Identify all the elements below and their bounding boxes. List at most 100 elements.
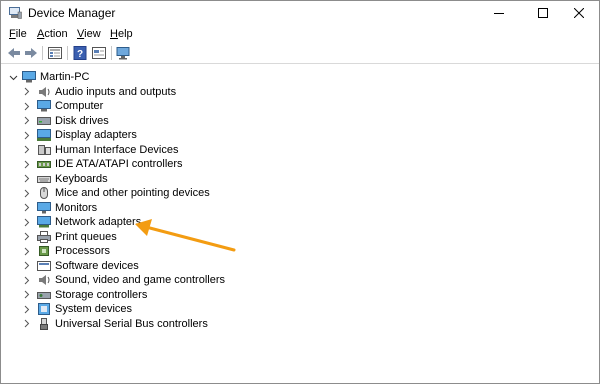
chevron-right-icon <box>24 319 30 328</box>
menu-action-rest: ction <box>44 28 68 40</box>
network-adapter-icon <box>37 216 51 228</box>
tree-category-label: Computer <box>55 100 104 112</box>
menu-file-rest: ile <box>15 28 27 40</box>
tree-category-row[interactable]: Audio inputs and outputs <box>22 85 176 99</box>
tree-category-row[interactable]: Display adapters <box>22 128 137 142</box>
software-device-icon <box>37 260 51 271</box>
minimize-button[interactable] <box>479 1 519 25</box>
tree-category-label: Software devices <box>55 259 139 272</box>
system-device-icon <box>38 303 50 315</box>
properties-icon <box>48 47 62 59</box>
speaker-icon <box>39 86 50 97</box>
tree-category-label: Print queues <box>55 230 117 243</box>
tree-category-label: Storage controllers <box>55 288 148 301</box>
update-driver-button[interactable] <box>115 45 131 61</box>
menu-file[interactable]: File <box>9 28 27 40</box>
tree-category-label: Sound, video and game controllers <box>55 274 225 286</box>
monitor-icon <box>116 47 130 60</box>
forward-button[interactable] <box>23 45 39 61</box>
chevron-right-icon <box>24 203 30 212</box>
properties-button[interactable] <box>47 45 63 61</box>
forward-arrow-icon <box>25 48 37 58</box>
tree-category-label: Display adapters <box>55 129 137 141</box>
tree-category-label: System devices <box>55 303 133 315</box>
tree-category-row[interactable]: Sound, video and game controllers <box>22 273 225 287</box>
menu-help[interactable]: Help <box>110 28 133 40</box>
chevron-right-icon <box>24 232 30 241</box>
back-button[interactable] <box>6 45 22 61</box>
tree-category-label: Disk drives <box>55 114 109 127</box>
tree-category-row[interactable]: Monitors <box>22 201 97 215</box>
storage-controller-icon <box>37 291 51 299</box>
chevron-right-icon <box>24 87 30 96</box>
chevron-right-icon <box>24 174 30 183</box>
tree-category-row[interactable]: Network adapters <box>22 215 141 229</box>
toolbar-separator <box>67 46 68 60</box>
processor-icon <box>39 246 49 256</box>
scan-hardware-button[interactable] <box>91 45 107 61</box>
help-button[interactable]: ? <box>72 45 88 61</box>
tree-category-row[interactable]: Universal Serial Bus controllers <box>22 317 208 331</box>
chevron-right-icon <box>24 276 30 284</box>
scan-hardware-icon <box>92 47 106 59</box>
tree-category-row[interactable]: IDE ATA/ATAPI controllers <box>22 157 183 171</box>
tree-category-row[interactable]: Software devices <box>22 259 139 273</box>
monitor-icon <box>37 201 51 213</box>
menu-view[interactable]: View <box>77 28 101 40</box>
disk-drive-icon <box>37 116 51 125</box>
scrollbar-track[interactable] <box>587 65 598 379</box>
maximize-button[interactable] <box>523 1 563 25</box>
tree-category-row[interactable]: Human Interface Devices <box>22 143 179 157</box>
tree-category-row[interactable]: Processors <box>22 244 110 258</box>
chevron-right-icon <box>24 145 30 154</box>
toolbar-separator <box>42 46 43 60</box>
tree-category-row[interactable]: Storage controllers <box>22 288 147 302</box>
usb-icon <box>40 317 48 330</box>
menu-view-rest: iew <box>84 28 101 40</box>
tree-category-label: Monitors <box>55 201 98 214</box>
chevron-right-icon <box>24 305 30 313</box>
keyboard-icon <box>37 175 51 183</box>
chevron-right-icon <box>24 116 30 125</box>
chevron-right-icon <box>24 218 30 226</box>
toolbar: ? <box>1 44 599 64</box>
menu-file-accel: F <box>9 28 16 40</box>
tree-category-label: Keyboards <box>55 172 108 185</box>
maximize-icon <box>538 8 548 18</box>
menu-action[interactable]: Action <box>37 28 68 40</box>
computer-icon <box>22 71 36 83</box>
chevron-right-icon <box>24 290 30 299</box>
chevron-right-icon <box>24 247 30 255</box>
chevron-right-icon <box>24 102 30 110</box>
tree-category-label: IDE ATA/ATAPI controllers <box>55 158 183 170</box>
menu-help-accel: H <box>110 28 118 40</box>
help-icon: ? <box>73 46 87 60</box>
device-manager-window: Device Manager File Action View Help ? M… <box>0 0 600 384</box>
tree-root-label: Martin-PC <box>40 71 90 83</box>
hid-icon <box>38 144 51 155</box>
tree-category-row[interactable]: Mice and other pointing devices <box>22 186 210 200</box>
tree-category-row[interactable]: Disk drives <box>22 114 109 128</box>
chevron-right-icon <box>24 131 30 139</box>
minimize-icon <box>494 13 504 14</box>
chevron-down-icon <box>9 75 18 80</box>
ide-controller-icon <box>37 161 51 168</box>
toolbar-separator <box>111 46 112 60</box>
menu-help-rest: elp <box>117 28 133 40</box>
tree-root-row[interactable]: Martin-PC <box>9 70 90 84</box>
tree-category-row[interactable]: Keyboards <box>22 172 108 186</box>
title-bar: Device Manager <box>1 1 599 25</box>
tree-category-row[interactable]: Print queues <box>22 230 117 244</box>
device-tree: Martin-PC Audio inputs and outputs Comput… <box>2 65 586 379</box>
close-button[interactable] <box>559 1 599 25</box>
tree-category-label: Universal Serial Bus controllers <box>55 317 208 330</box>
sound-icon <box>39 275 50 285</box>
tree-category-label: Human Interface Devices <box>55 143 179 156</box>
window-title: Device Manager <box>28 6 116 20</box>
tree-category-row[interactable]: System devices <box>22 302 132 316</box>
computer-icon <box>37 100 51 112</box>
tree-category-row[interactable]: Computer <box>22 99 103 113</box>
close-icon <box>574 8 584 18</box>
chevron-right-icon <box>24 261 30 270</box>
display-adapter-icon <box>37 129 51 141</box>
